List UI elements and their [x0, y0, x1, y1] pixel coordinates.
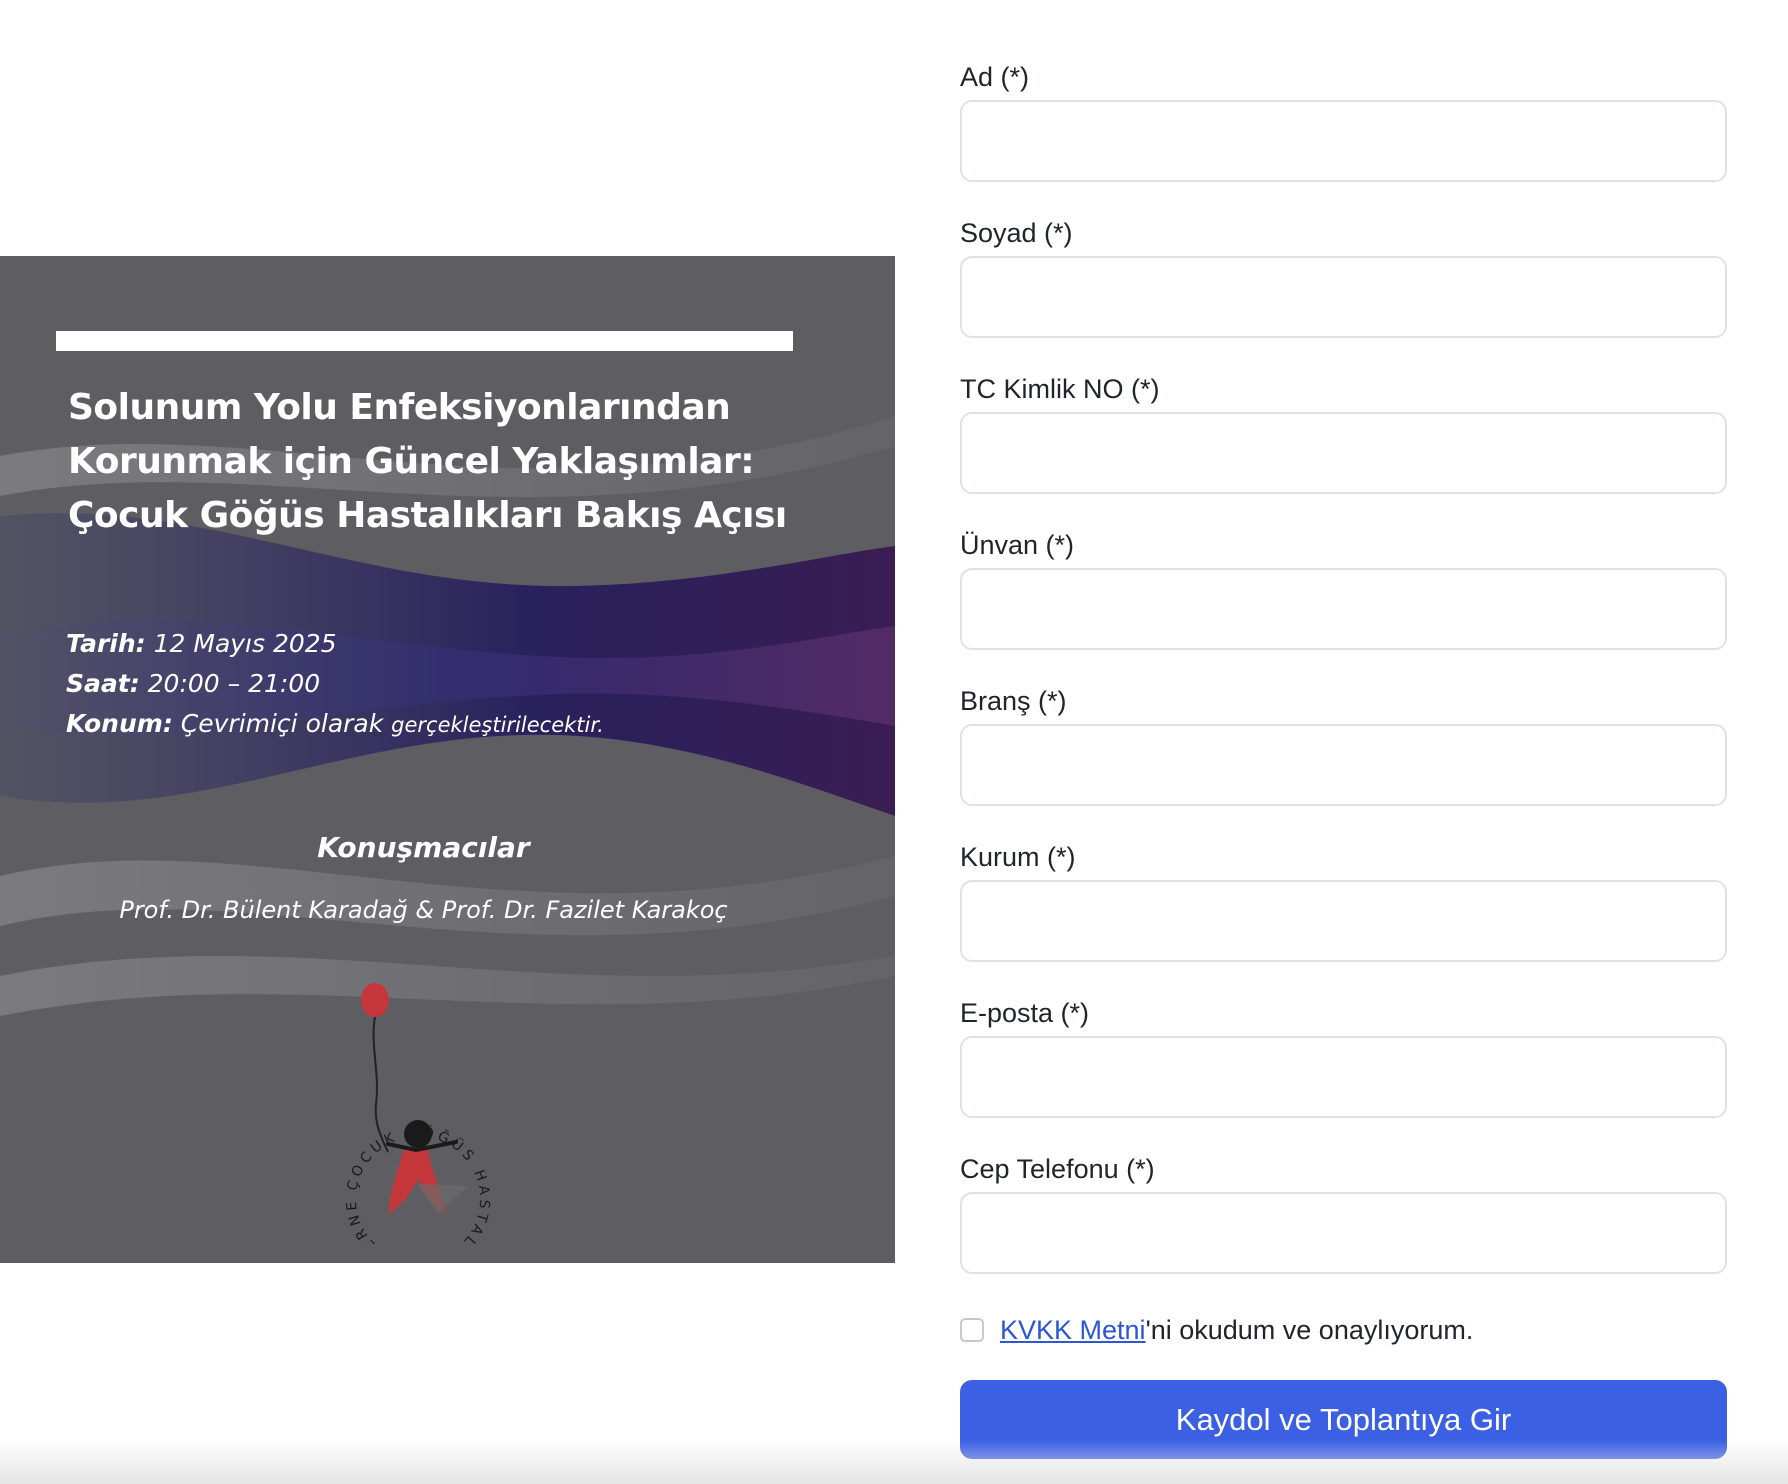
unvan-input[interactable]	[960, 568, 1727, 650]
kurum-input[interactable]	[960, 880, 1727, 962]
location-label: Konum:	[66, 709, 173, 738]
event-poster: Solunum Yolu Enfeksiyonlarından Korunmak…	[0, 256, 895, 1263]
time-label: Saat:	[66, 669, 140, 698]
eposta-input[interactable]	[960, 1036, 1727, 1118]
time-value: 20:00 – 21:00	[147, 669, 321, 698]
kurum-label: Kurum (*)	[960, 842, 1076, 872]
cep-telefonu-label: Cep Telefonu (*)	[960, 1154, 1155, 1184]
kvkk-consent-text: 'ni okudum ve onaylıyorum.	[1145, 1314, 1474, 1345]
ad-label: Ad (*)	[960, 62, 1030, 92]
date-label: Tarih:	[66, 629, 146, 658]
tc-kimlik-input[interactable]	[960, 412, 1727, 494]
brans-input[interactable]	[960, 724, 1727, 806]
location-value-suffix: gerçekleştirilecektir.	[391, 713, 604, 737]
association-logo: ÇOCUK GÖĞÜS HASTALIKLARI DERNEĞİ	[318, 974, 492, 1244]
cep-telefonu-input[interactable]	[960, 1192, 1727, 1274]
kvkk-link[interactable]: KVKK Metni	[1000, 1315, 1146, 1346]
poster-title-line: Korunmak için Güncel Yaklaşımlar:	[68, 441, 755, 482]
eposta-label: E-posta (*)	[960, 998, 1090, 1028]
poster-top-bar	[56, 331, 793, 351]
page: Solunum Yolu Enfeksiyonlarından Korunmak…	[0, 0, 1788, 1484]
event-details: Tarih: 12 Mayıs 2025 Saat: 20:00 – 21:00…	[66, 624, 604, 745]
soyad-input[interactable]	[960, 256, 1727, 338]
balloon-icon	[361, 983, 389, 1017]
soyad-label: Soyad (*)	[960, 218, 1073, 248]
kvkk-checkbox[interactable]	[960, 1318, 984, 1342]
poster-title: Solunum Yolu Enfeksiyonlarından Korunmak…	[68, 381, 868, 543]
kvkk-consent: KVKK Metni'ni okudum ve onaylıyorum.	[960, 1312, 1473, 1348]
location-value: Çevrimiçi olarak	[180, 709, 384, 738]
unvan-label: Ünvan (*)	[960, 530, 1075, 560]
tc-kimlik-label: TC Kimlik NO (*)	[960, 374, 1160, 404]
date-value: 12 Mayıs 2025	[153, 629, 337, 658]
ad-input[interactable]	[960, 100, 1727, 182]
event-time: Saat: 20:00 – 21:00	[66, 664, 604, 704]
event-location: Konum: Çevrimiçi olarak gerçekleştirilec…	[66, 704, 604, 745]
speakers-heading: Konuşmacılar	[317, 831, 530, 864]
logo-ring-text: ÇOCUK GÖĞÜS HASTALIKLARI DERNEĞİ	[318, 974, 488, 1244]
event-date: Tarih: 12 Mayıs 2025	[66, 624, 604, 664]
svg-text:ÇOCUK GÖĞÜS HASTALIKLARI DERNE: ÇOCUK GÖĞÜS HASTALIKLARI DERNEĞİ	[318, 974, 492, 1244]
poster-title-line: Solunum Yolu Enfeksiyonlarından	[68, 387, 731, 428]
brans-label: Branş (*)	[960, 686, 1067, 716]
speakers-names: Prof. Dr. Bülent Karadağ & Prof. Dr. Faz…	[119, 896, 728, 924]
register-and-join-button[interactable]: Kaydol ve Toplantıya Gir	[960, 1380, 1727, 1459]
poster-title-line: Çocuk Göğüs Hastalıkları Bakış Açısı	[68, 495, 787, 536]
